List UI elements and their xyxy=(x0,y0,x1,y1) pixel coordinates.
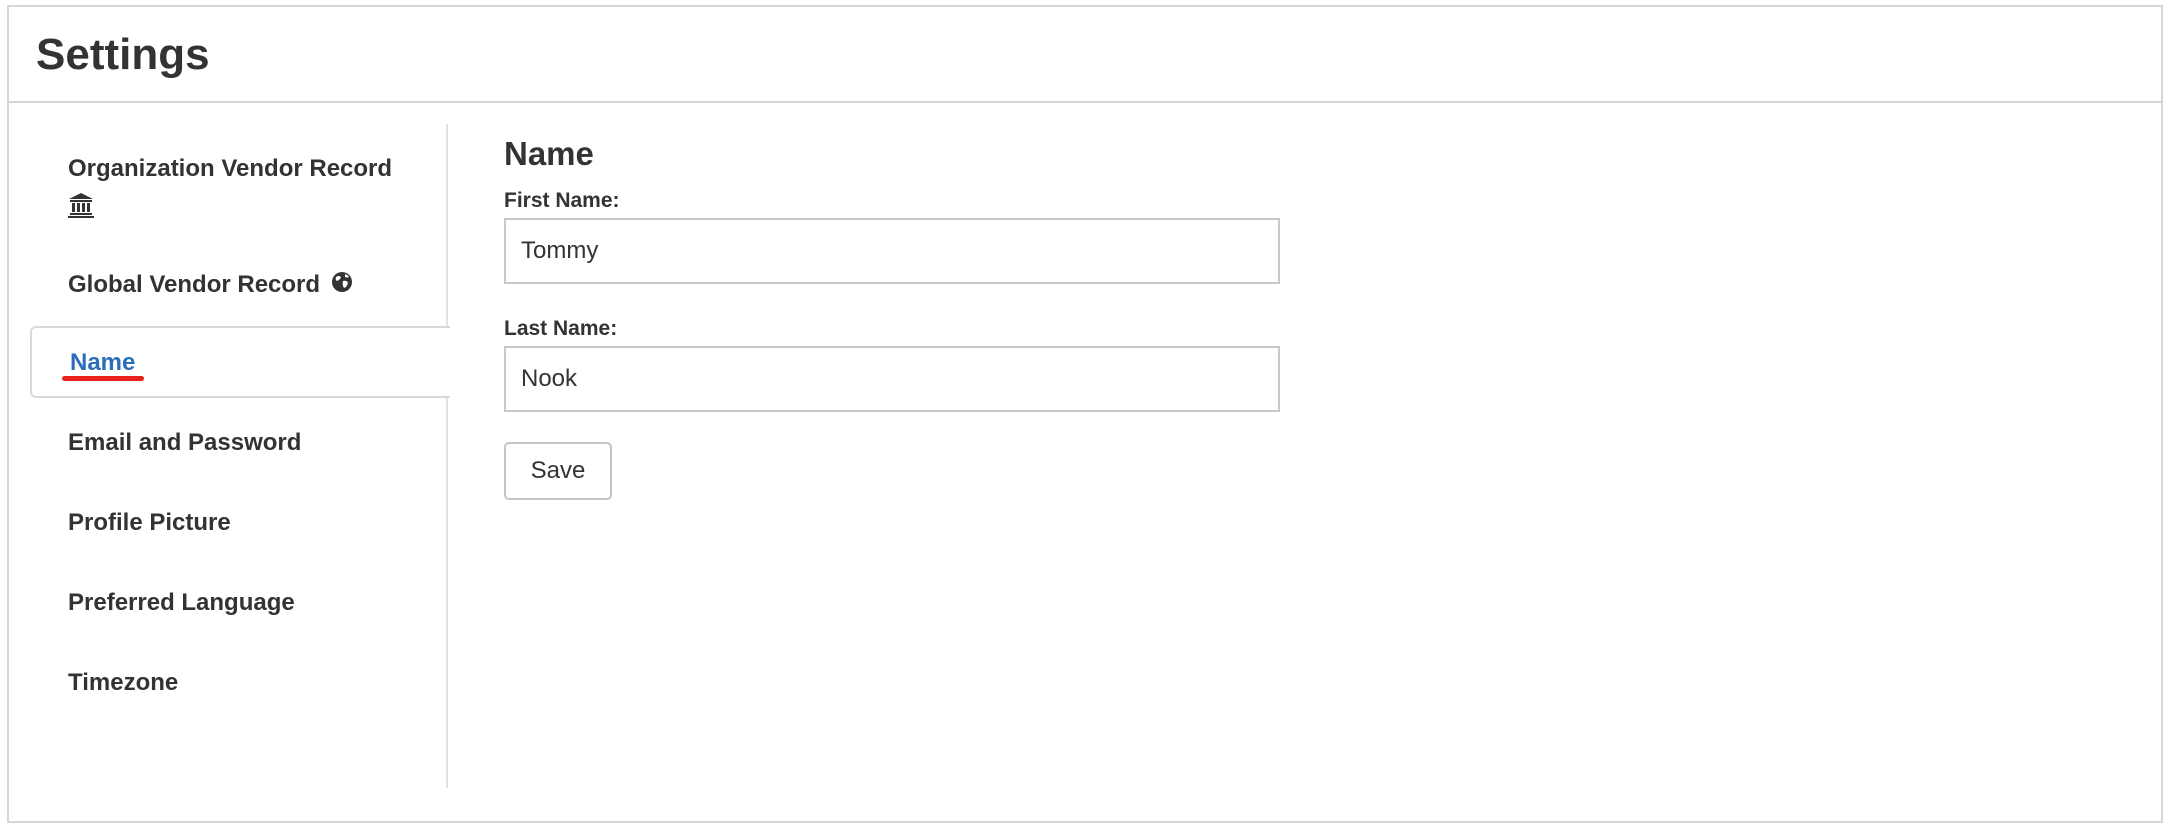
panel-header: Settings xyxy=(9,7,2161,103)
first-name-input[interactable] xyxy=(504,218,1280,284)
sidebar-item-global-vendor-record[interactable]: Global Vendor Record xyxy=(30,268,448,303)
sidebar-item-timezone[interactable]: Timezone xyxy=(30,666,448,700)
last-name-input[interactable] xyxy=(504,346,1280,412)
sidebar-item-name[interactable]: Name xyxy=(30,326,450,398)
active-tab-underline xyxy=(62,376,144,381)
settings-sidebar: Organization Vendor Record Global Vendor… xyxy=(30,124,450,788)
sidebar-item-label: Preferred Language xyxy=(68,589,295,616)
first-name-label: First Name: xyxy=(504,189,620,212)
sidebar-item-profile-picture[interactable]: Profile Picture xyxy=(30,506,448,540)
sidebar-item-email-and-password[interactable]: Email and Password xyxy=(30,426,448,460)
sidebar-item-label: Profile Picture xyxy=(68,509,231,536)
sidebar-item-label: Organization Vendor Record xyxy=(68,155,393,182)
sidebar-item-organization-vendor-record[interactable]: Organization Vendor Record xyxy=(30,152,448,228)
page-title: Settings xyxy=(36,30,210,79)
sidebar-item-preferred-language[interactable]: Preferred Language xyxy=(30,586,448,620)
bank-icon xyxy=(68,192,94,228)
sidebar-item-label: Name xyxy=(70,349,136,376)
globe-icon xyxy=(331,269,353,303)
sidebar-divider xyxy=(446,124,448,788)
name-settings-form: Name First Name: Last Name: Save xyxy=(504,130,1324,500)
sidebar-item-label: Timezone xyxy=(68,669,179,696)
sidebar-item-label: Global Vendor Record xyxy=(68,271,321,298)
last-name-label: Last Name: xyxy=(504,317,618,340)
save-button[interactable]: Save xyxy=(504,442,612,500)
sidebar-item-label: Email and Password xyxy=(68,429,302,456)
section-title: Name xyxy=(504,135,594,172)
